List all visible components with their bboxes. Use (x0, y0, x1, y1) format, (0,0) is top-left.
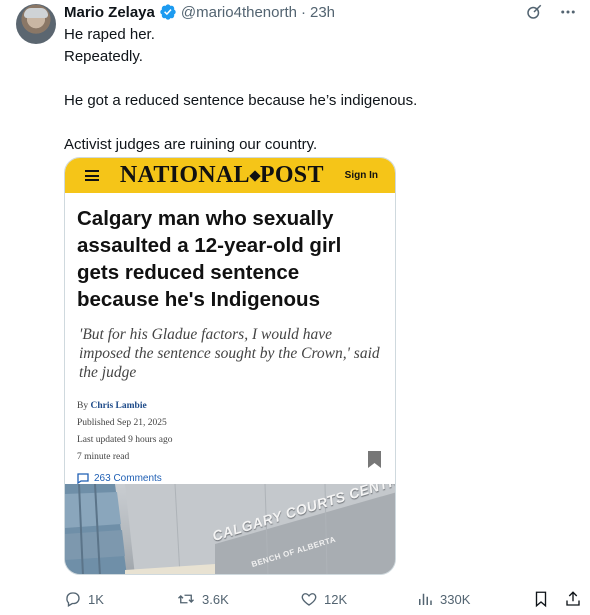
article-deck: 'But for his Gladue factors, I would hav… (79, 326, 380, 381)
avatar[interactable] (16, 4, 56, 44)
author-name[interactable]: Mario Zelaya (64, 4, 155, 21)
share-icon (566, 591, 580, 606)
national-post-header: NATIONAL POST Sign In (65, 158, 395, 193)
bookmark-outline-icon (535, 591, 547, 608)
reply-button[interactable]: 1K (64, 588, 104, 610)
tweet-line: He got a reduced sentence because he’s i… (64, 92, 418, 109)
bookmark-icon (368, 451, 381, 468)
tweet-line: He raped her. (64, 26, 155, 43)
last-updated: Last updated 9 hours ago (77, 435, 173, 445)
reply-icon (66, 592, 80, 607)
grok-icon[interactable] (524, 2, 544, 22)
tweet-line (64, 112, 574, 134)
verified-badge-icon (160, 4, 176, 20)
heart-icon (301, 593, 317, 606)
tweet-line (64, 68, 574, 90)
tweet[interactable]: Mario Zelaya @mario4thenorth · 23h He ra… (0, 0, 590, 615)
separator-dot: · (301, 3, 306, 21)
tweet-header: Mario Zelaya @mario4thenorth · 23h (64, 2, 335, 22)
repost-count: 3.6K (202, 591, 229, 607)
sign-in-label: Sign In (344, 170, 378, 181)
tweet-line: Activist judges are ruining our country. (64, 136, 318, 153)
tweet-actions: 1K 3.6K 12K 330K (64, 588, 584, 612)
tweet-text: He raped her. Repeatedly. He got a reduc… (64, 24, 574, 156)
byline-author: Chris Lambie (90, 401, 147, 411)
more-icon[interactable] (558, 2, 578, 22)
logo-leaf-icon (249, 169, 261, 182)
top-actions (524, 2, 578, 22)
article-meta: By Chris Lambie Published Sep 21, 2025 L… (77, 398, 383, 466)
read-time: 7 minute read (77, 452, 130, 462)
author-handle[interactable]: @mario4thenorth (181, 4, 297, 21)
site-logo: NATIONAL POST (119, 162, 324, 188)
repost-button[interactable]: 3.6K (176, 588, 229, 610)
article-image-card[interactable]: NATIONAL POST Sign In Calgary man who se… (64, 157, 396, 575)
comments-count: 263 Comments (94, 472, 162, 484)
tweet-line: Repeatedly. (64, 48, 143, 65)
views-button[interactable]: 330K (416, 588, 470, 610)
view-count: 330K (440, 591, 471, 607)
like-button[interactable]: 12K (300, 588, 347, 610)
published-date: Published Sep 21, 2025 (77, 418, 167, 428)
article-headline: Calgary man who sexually assaulted a 12-… (77, 207, 342, 311)
like-count: 12K (324, 591, 348, 607)
byline: By Chris Lambie (77, 401, 147, 411)
bookmark-button[interactable] (532, 588, 550, 610)
repost-icon (178, 594, 194, 604)
hamburger-menu-icon (85, 170, 99, 181)
share-button[interactable] (564, 588, 582, 610)
courthouse-photo: CALGARY COURTS CENTRE BENCH OF ALBERTA (65, 484, 395, 574)
timestamp[interactable]: 23h (310, 4, 335, 21)
comment-bubble-icon (77, 472, 89, 484)
reply-count: 1K (88, 591, 104, 607)
analytics-icon (419, 593, 432, 605)
